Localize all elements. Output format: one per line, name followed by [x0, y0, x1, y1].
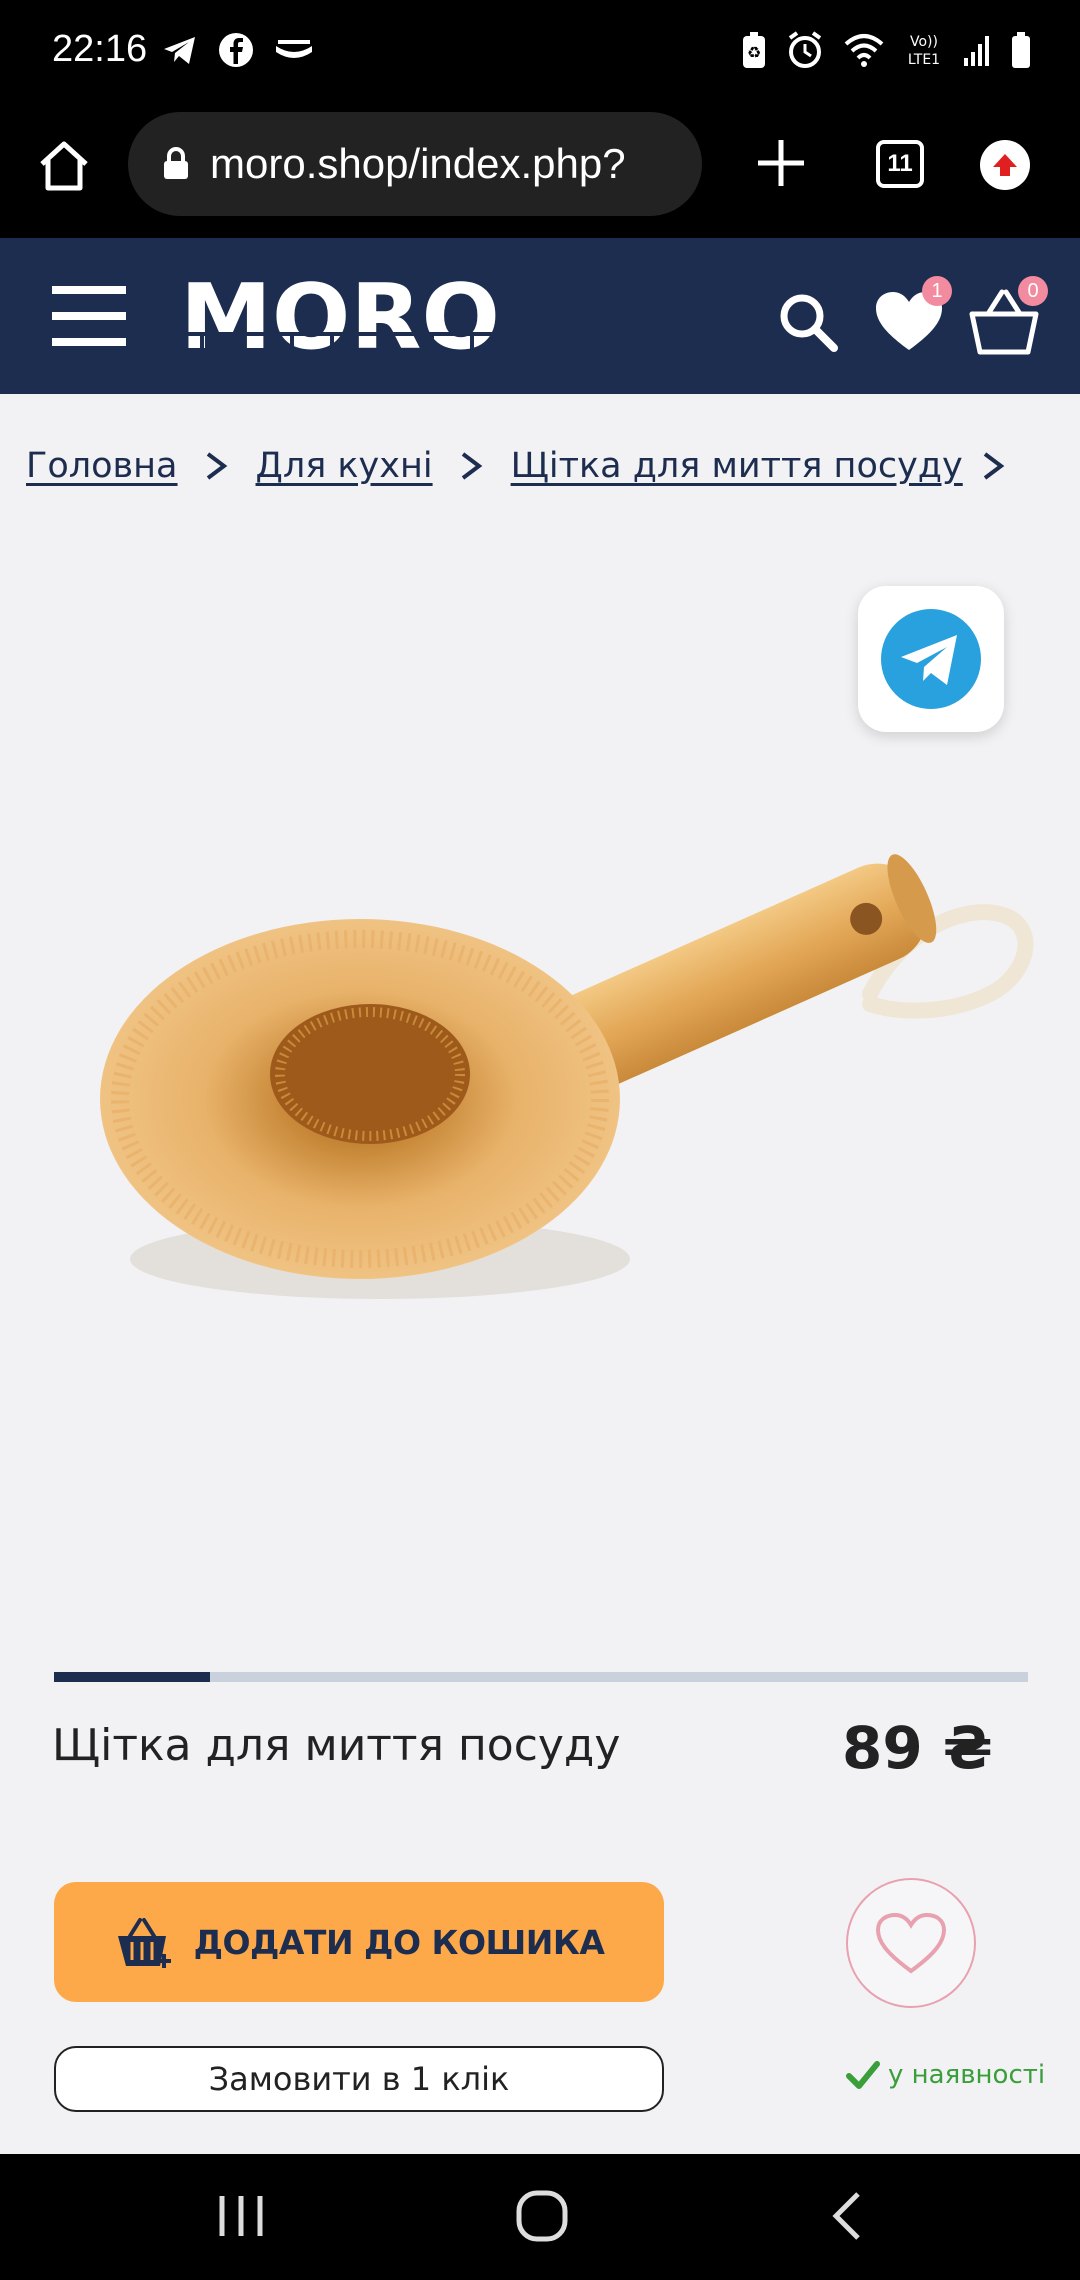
lock-icon — [164, 147, 188, 179]
logo-text: MORO — [180, 274, 500, 358]
chevron-right-icon — [983, 452, 1005, 480]
facebook-icon — [219, 33, 253, 67]
url-text: moro.shop/index.php? — [210, 140, 626, 187]
stock-label: у наявності — [888, 2060, 1046, 2090]
breadcrumb-kitchen[interactable]: Для кухні — [256, 446, 433, 486]
one-click-order-button[interactable]: Замовити в 1 клік — [54, 2046, 664, 2112]
stock-status: у наявності — [846, 2060, 1045, 2090]
checkmark-icon — [846, 2061, 880, 2089]
add-to-cart-basket-icon — [117, 1918, 171, 1968]
update-button[interactable] — [980, 140, 1030, 190]
add-to-cart-button[interactable]: ДОДАТИ ДО КОШИКА — [54, 1882, 664, 2002]
site-header: MORO — [0, 238, 1080, 394]
product-page: Головна Для кухні Щітка для миття посуду — [0, 394, 1080, 2154]
notification-icons — [160, 30, 316, 70]
address-bar[interactable]: moro.shop/index.php? — [128, 112, 702, 216]
svg-text:♻: ♻ — [747, 43, 761, 62]
chevron-right-icon — [461, 452, 482, 480]
telegram-icon — [881, 609, 981, 709]
menu-icon[interactable] — [52, 284, 126, 348]
home-icon[interactable] — [34, 136, 94, 196]
system-icons: ♻ Vo)) LTE1 — [740, 30, 1032, 70]
recent-apps-icon[interactable] — [214, 2192, 268, 2240]
add-to-cart-label: ДОДАТИ ДО КОШИКА — [193, 1922, 605, 1962]
status-bar: 22:16 ♻ Vo)) LTE1 — [0, 0, 1080, 108]
status-time: 22:16 — [52, 28, 148, 70]
new-tab-icon[interactable] — [752, 134, 810, 192]
volte-icon: Vo)) LTE1 — [908, 34, 940, 68]
svg-text:Vo)): Vo)) — [910, 34, 938, 50]
cart-count-badge: 0 — [1018, 276, 1048, 306]
mail-icon — [276, 40, 312, 58]
arrow-up-icon — [993, 154, 1017, 176]
search-icon[interactable] — [776, 290, 840, 354]
product-price: 89 ₴ — [842, 1714, 993, 1782]
product-title: Щітка для миття посуду — [52, 1720, 621, 1771]
battery-saver-icon: ♻ — [743, 32, 765, 68]
signal-icon — [964, 36, 989, 66]
back-icon[interactable] — [826, 2190, 866, 2242]
add-to-wishlist-button[interactable] — [846, 1878, 976, 2008]
moro-logo[interactable]: MORO — [180, 274, 504, 358]
heart-outline-icon — [875, 1912, 947, 1974]
wishlist-count-badge: 1 — [922, 276, 952, 306]
telegram-icon — [164, 37, 195, 64]
telegram-share-button[interactable] — [858, 586, 1004, 732]
battery-icon — [1012, 32, 1030, 68]
nav-home-icon[interactable] — [514, 2188, 570, 2244]
breadcrumb-product[interactable]: Щітка для миття посуду — [511, 446, 963, 486]
android-nav-bar — [0, 2154, 1080, 2280]
tabs-count-button[interactable]: 11 — [876, 140, 924, 188]
breadcrumb-home[interactable]: Головна — [26, 446, 178, 486]
image-slider-progress — [54, 1672, 210, 1682]
browser-toolbar: moro.shop/index.php? 11 — [0, 108, 1080, 238]
svg-text:LTE1: LTE1 — [908, 52, 940, 68]
alarm-icon — [788, 31, 822, 68]
chevron-right-icon — [206, 452, 227, 480]
wifi-icon — [844, 34, 884, 67]
breadcrumb: Головна Для кухні Щітка для миття посуду — [26, 446, 1041, 486]
